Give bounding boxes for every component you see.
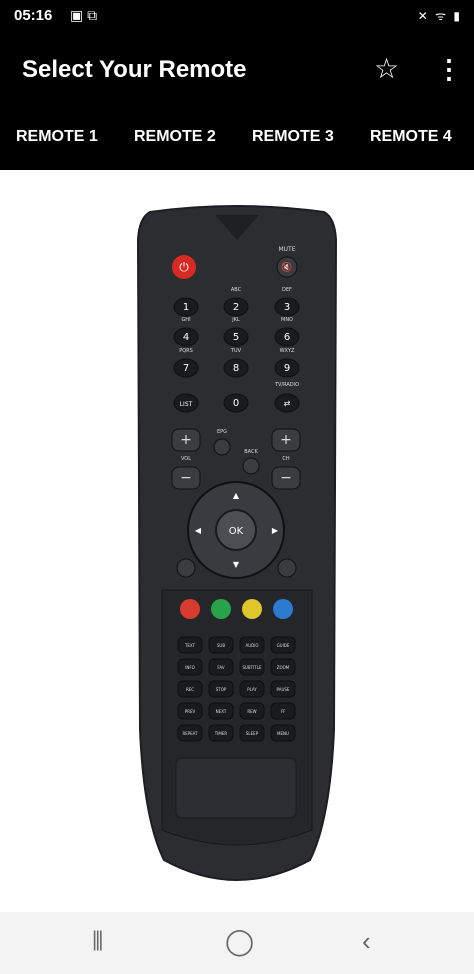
power-icon: ⏻ [179,260,189,274]
digit-0-label: 0 [233,398,239,409]
green-button[interactable] [211,599,231,619]
function-button-label: SLEEP [246,731,259,736]
tab-remote-3[interactable]: REMOTE 3 [252,128,334,146]
red-button[interactable] [180,599,200,619]
function-button-label: INFO [185,665,195,670]
tab-remote-2[interactable]: REMOTE 2 [134,128,216,146]
minus-icon: − [180,470,192,486]
status-time: 05:16 [14,7,53,24]
ok-label: OK [229,526,244,537]
function-button-label: PAUSE [277,687,290,692]
function-button-label: FAV [217,665,224,670]
digit-4-label: 4 [183,332,189,343]
digit-row-3: 7 8 9 [173,358,300,378]
more-vert-icon[interactable]: ⋮ [436,54,462,85]
function-button-label: TIMER [214,731,228,736]
tab-remote-4[interactable]: REMOTE 4 [370,128,452,146]
arrow-right-icon: ▶ [272,526,279,535]
arrow-up-icon: ▲ [233,491,240,500]
function-button-label: SUBTITLE [242,665,262,670]
label-abc: ABC [231,287,242,293]
status-right-icons: ✕ ᯤ ▮ [417,9,462,23]
tab-remote-1[interactable]: REMOTE 1 [16,128,98,146]
digit-7-label: 7 [183,363,189,374]
label-tv-radio: TV/RADIO [274,382,299,388]
app-title: Select Your Remote [22,56,247,83]
label-jkl: JKL [231,317,240,323]
screen-cast-icon: ⧉ [87,7,98,23]
digit-row-2: 4 5 6 [173,327,300,347]
function-button-label: REW [247,709,256,714]
exit-button[interactable] [277,558,297,578]
digit-3-label: 3 [284,302,290,313]
digit-5-label: 5 [233,332,239,343]
label-ghi: GHI [181,317,190,323]
function-button-label: AUDIO [245,643,258,648]
function-button-label: TEXT [184,643,196,648]
function-button-label: REC [186,687,194,692]
tv-radio-icon: ⇄ [284,399,291,408]
label-def: DEF [282,287,292,293]
home-icon[interactable]: ◯ [225,926,254,957]
label-tuv: TUV [230,348,242,354]
function-button-label: REPEAT [182,731,198,736]
status-bar: 05:16 ▣ ⧉ ✕ ᯤ ▮ [0,0,474,32]
vol-label: VOL [181,456,191,462]
function-button-label: STOP [216,687,227,692]
function-button-label: SUB [217,643,225,648]
remote-tabs: REMOTE 1 REMOTE 2 REMOTE 3 REMOTE 4 [0,110,474,170]
app-bar: Select Your Remote ☆ ⋮ [0,32,474,110]
star-icon[interactable]: ☆ [374,52,399,85]
remote-graphic: ⏻ MUTE 🔇 ABC DEF 1 2 3 GHI JKL MNO 4 5 6… [136,205,338,881]
mute-label: MUTE [278,246,295,253]
function-button-label: NEXT [216,709,227,714]
mute-icon: 🔇 [281,261,292,273]
list-label: LIST [180,401,193,408]
ch-label: CH [282,456,289,462]
digit-9-label: 9 [284,363,290,374]
label-pqrs: PQRS [179,348,193,354]
back-label: BACK [244,449,258,455]
recent-apps-icon[interactable]: ⦀ [92,926,103,958]
blue-button[interactable] [273,599,293,619]
function-button-label: GUIDE [277,643,290,648]
system-nav-bar: ⦀ ◯ ‹ [0,912,474,974]
message-icon: ▣ [70,7,84,23]
remote-back-button[interactable] [242,457,260,475]
menu-button[interactable] [176,558,196,578]
epg-button[interactable] [213,438,231,456]
arrow-down-icon: ▼ [233,560,240,569]
digit-1-label: 1 [183,302,189,313]
plus-icon: + [180,432,192,448]
bottom-blank-panel [175,757,297,819]
minus-icon: − [280,470,292,486]
label-mno: MNO [281,317,293,323]
function-button-label: FF [281,709,286,714]
digit-row-4: LIST 0 ⇄ [173,393,300,413]
digit-2-label: 2 [233,302,239,313]
function-button-label: PLAY [247,687,257,692]
function-button-label: PREV [185,709,196,714]
label-wxyz: WXYZ [280,348,295,354]
digit-6-label: 6 [284,332,290,343]
arrow-left-icon: ◀ [195,526,202,535]
back-icon[interactable]: ‹ [362,926,371,957]
digit-row-1: 1 2 3 [173,297,300,317]
yellow-button[interactable] [242,599,262,619]
digit-8-label: 8 [233,363,239,374]
function-button-label: ZOOM [277,665,290,670]
remote-content: ⏻ MUTE 🔇 ABC DEF 1 2 3 GHI JKL MNO 4 5 6… [0,170,474,910]
status-left-icons: ▣ ⧉ [70,7,97,24]
epg-label: EPG [217,429,227,435]
function-button-label: MENU [277,731,289,736]
plus-icon: + [280,432,292,448]
